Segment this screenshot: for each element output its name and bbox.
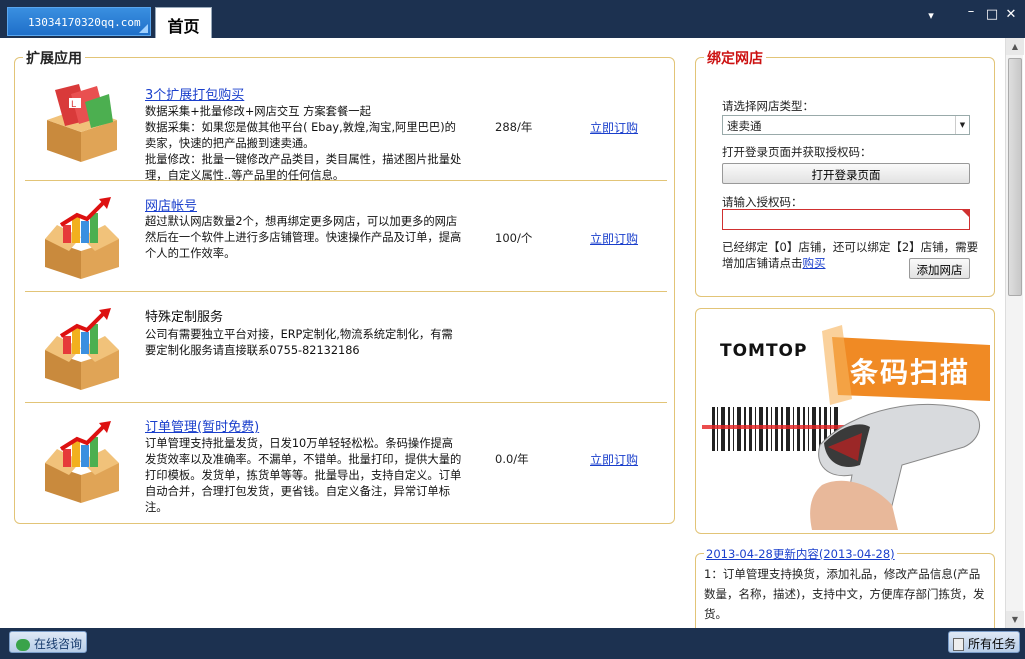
bundle-description: 数据采集+批量修改+网店交互 方案套餐一起 数据采集：如果您是做其他平台( Eb… <box>145 105 462 182</box>
shop-account-subscribe-link[interactable]: 立即订购 <box>590 230 638 247</box>
title-bar: 13034170320qq.com 首页 ▾ – □ ✕ <box>0 0 1025 38</box>
vertical-scrollbar[interactable]: ▲ ▼ <box>1005 38 1024 628</box>
auth-code-input[interactable] <box>722 209 970 230</box>
shop-account-price: 100/个 <box>495 231 533 245</box>
growth-box-icon <box>45 308 119 390</box>
update-news-text: 1：订单管理支持换货，添加礼品，修改产品信息(产品数量，名称，描述)，支持中文，… <box>704 567 985 621</box>
account-tab[interactable]: 13034170320qq.com <box>7 7 151 36</box>
login-page-label: 打开登录页面并获取授权码： <box>722 145 872 159</box>
barcode-scanner-ad[interactable]: TOMTOP 条码扫描 <box>702 315 990 530</box>
shop-account-description: 超过默认网店数量2个，想再绑定更多网店，可以加更多的网店然后在一个软件上进行多店… <box>145 215 462 260</box>
open-login-page-button[interactable]: 打开登录页面 <box>722 163 970 184</box>
task-list-icon <box>953 638 964 651</box>
add-shop-button[interactable]: 添加网店 <box>909 258 970 279</box>
corner-mark-icon <box>139 24 148 33</box>
extension-row-bundle: L 3个扩展打包购买 数据采集+批量修改+网店交互 方案套餐一起 数据采集：如果… <box>25 58 667 182</box>
chevron-down-icon[interactable]: ▼ <box>955 116 969 134</box>
buy-link[interactable]: 购买 <box>803 256 826 270</box>
required-flag-icon <box>962 210 969 217</box>
tab-home[interactable]: 首页 <box>155 7 212 38</box>
extension-row-shop-account: 网店帐号 超过默认网店数量2个，想再绑定更多网店，可以加更多的网店然后在一个软件… <box>25 181 667 292</box>
online-consult-label: 在线咨询 <box>34 637 83 651</box>
growth-box-icon <box>45 197 119 279</box>
extensions-panel: 扩展应用 L 3个扩展打包购买 数据采集+批量修改+网店交互 方案套餐一起 数据… <box>14 48 675 524</box>
maximize-icon[interactable]: □ <box>983 7 1001 22</box>
shop-account-title-link[interactable]: 网店帐号 <box>145 195 197 214</box>
main-content: 扩展应用 L 3个扩展打包购买 数据采集+批量修改+网店交互 方案套餐一起 数据… <box>0 38 1025 643</box>
scroll-up-icon[interactable]: ▲ <box>1006 38 1024 55</box>
shop-type-value: 速卖通 <box>727 119 762 133</box>
shop-type-select[interactable]: 速卖通 ▼ <box>722 115 970 135</box>
extension-row-custom-service: 特殊定制服务 公司有需要独立平台对接，ERP定制化,物流系统定制化，有需要定制化… <box>25 292 667 403</box>
menu-dropdown-icon[interactable]: ▾ <box>922 9 940 22</box>
growth-box-icon <box>45 421 119 503</box>
scrollbar-thumb[interactable] <box>1008 58 1022 296</box>
custom-service-title: 特殊定制服务 <box>145 310 224 325</box>
ad-brand: TOMTOP <box>720 341 808 361</box>
bind-shop-panel: 绑定网店 请选择网店类型： 速卖通 ▼ 打开登录页面并获取授权码： 打开登录页面… <box>695 48 995 297</box>
ad-headline: 条码扫描 <box>850 356 971 389</box>
bind-shop-legend: 绑定网店 <box>704 48 766 68</box>
svg-text:L: L <box>71 100 76 110</box>
auth-code-label: 请输入授权码： <box>722 195 803 209</box>
order-management-title-link[interactable]: 订单管理(暂时免费) <box>145 416 259 435</box>
minimize-icon[interactable]: – <box>962 4 980 19</box>
order-management-price: 0.0/年 <box>495 452 529 466</box>
close-icon[interactable]: ✕ <box>1002 7 1020 22</box>
order-management-subscribe-link[interactable]: 立即订购 <box>590 451 638 468</box>
ad-panel: TOMTOP 条码扫描 <box>695 308 995 534</box>
all-tasks-label: 所有任务 <box>968 637 1017 651</box>
bundle-subscribe-link[interactable]: 立即订购 <box>590 119 638 136</box>
extension-row-order-management: 订单管理(暂时免费) 订单管理支持批量发货，日发10万单轻轻松松。条码操作提高发… <box>25 403 667 523</box>
scroll-down-icon[interactable]: ▼ <box>1006 611 1024 628</box>
update-news-title-link[interactable]: 2013-04-28更新内容(2013-04-28) <box>704 546 897 562</box>
shop-type-label: 请选择网店类型： <box>722 99 814 113</box>
bundle-title-link[interactable]: 3个扩展打包购买 <box>145 84 244 103</box>
account-label: 13034170320qq.com <box>28 16 141 29</box>
status-bar: 在线咨询 所有任务 <box>0 628 1025 659</box>
chat-icon <box>16 638 30 651</box>
all-tasks-button[interactable]: 所有任务 <box>948 631 1020 653</box>
order-management-description: 订单管理支持批量发货，日发10万单轻轻松松。条码操作提高发货效率以及准确率。不漏… <box>145 437 462 514</box>
bundle-box-icon: L <box>47 84 117 162</box>
online-consult-button[interactable]: 在线咨询 <box>9 631 87 653</box>
bundle-price: 288/年 <box>495 120 533 134</box>
custom-service-description: 公司有需要独立平台对接，ERP定制化,物流系统定制化，有需要定制化服务请直接联系… <box>145 328 453 357</box>
